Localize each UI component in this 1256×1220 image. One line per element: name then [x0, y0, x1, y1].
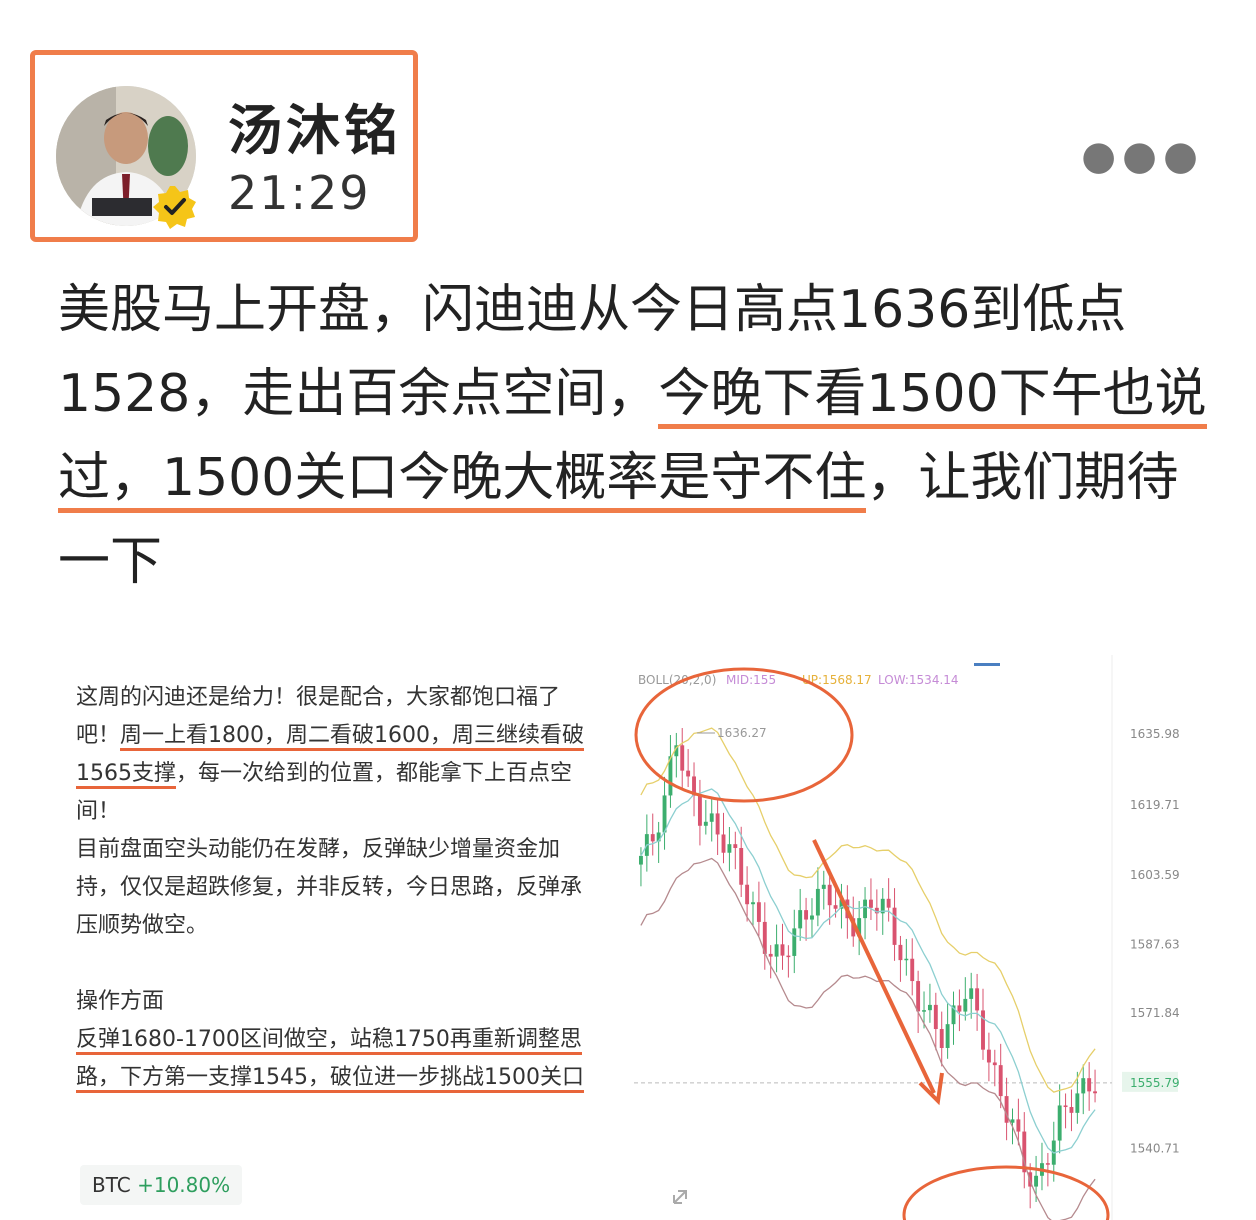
candle-body	[745, 884, 750, 905]
candle-body	[650, 834, 655, 842]
image-text: 这周的闪迪还是给力！很是配合，大家都饱口福了吧！周一上看1800，周二看破160…	[76, 679, 596, 1097]
btc-change: +10.80%	[137, 1173, 231, 1197]
candle-body	[827, 884, 832, 906]
candle-body	[969, 988, 974, 999]
more-dots-icon[interactable]: ●●●	[1081, 136, 1204, 176]
candle-body	[933, 1004, 938, 1030]
candle-body	[869, 899, 873, 908]
y-tick-label: 1619.71	[1130, 798, 1180, 812]
analysis-text: 目前盘面空头动能仍在发酵，反弹缺少增量资金加持，仅仅是超跌修复，并非反转，今日思…	[76, 837, 583, 938]
candle-body	[721, 834, 726, 853]
post-text: 美股马上开盘，闪迪迪从今日高点1636到低点1528，走出百余点空间，今晚下看1…	[58, 268, 1218, 604]
candle-body	[981, 1010, 985, 1050]
candle-body	[774, 944, 779, 957]
candle-body	[739, 848, 744, 885]
verified-check-icon	[152, 184, 198, 230]
boll-mid-label: MID:155	[726, 673, 776, 687]
candle-body	[756, 902, 761, 922]
candle-body	[727, 844, 732, 853]
post-image[interactable]: 这周的闪迪还是给力！很是配合，大家都饱口福了吧！周一上看1800，周二看破160…	[58, 655, 1198, 1220]
candle-body	[957, 1005, 962, 1012]
candle-body	[1087, 1078, 1092, 1092]
candle-body	[975, 988, 980, 1011]
candle-body	[733, 844, 738, 849]
candle-body	[768, 953, 773, 957]
ops-text: 反弹1680-1700区间做空，站稳1750再重新调整思路，下方第一支撑1545…	[76, 1027, 584, 1093]
candle-body	[898, 944, 903, 961]
candle-body	[886, 898, 891, 908]
y-tick-label: 1603.59	[1130, 868, 1180, 882]
candle-body	[863, 899, 867, 919]
candle-body	[804, 910, 809, 920]
candle-body	[715, 813, 720, 835]
candle-body	[922, 1010, 926, 1012]
candle-body	[780, 944, 785, 956]
candle-body	[927, 1004, 932, 1011]
candle-body	[786, 955, 791, 958]
btc-ticker[interactable]: BTC +10.80%	[80, 1165, 243, 1205]
candle-body	[910, 958, 915, 982]
candle-body	[992, 1062, 997, 1066]
y-tick-label: 1587.63	[1130, 937, 1180, 951]
candle-body	[751, 902, 755, 905]
y-tick-label: 1540.71	[1130, 1141, 1180, 1155]
btc-label: BTC	[92, 1173, 131, 1197]
candle-body	[1081, 1078, 1086, 1094]
candle-body	[939, 1029, 944, 1048]
candle-body	[998, 1065, 1003, 1097]
candle-body	[792, 928, 797, 956]
y-tick-label: 1555.79	[1130, 1076, 1180, 1090]
candle-body	[1016, 1119, 1021, 1132]
candle-body	[833, 905, 838, 909]
y-tick-label: 1635.98	[1130, 727, 1180, 741]
boll-indicator-label: BOLL(20,2,0)	[638, 673, 716, 687]
candle-body	[709, 813, 714, 822]
candle-body	[916, 981, 921, 1012]
candle-body	[821, 884, 826, 889]
candle-body	[1075, 1093, 1080, 1113]
candle-body	[703, 821, 708, 826]
author-name[interactable]: 汤沐铭	[228, 86, 402, 165]
post-time: 21:29	[228, 166, 371, 220]
candle-body	[892, 907, 897, 945]
candle-body	[1063, 1105, 1068, 1108]
candle-body	[904, 958, 909, 961]
candle-body	[639, 855, 643, 865]
y-tick-label: 1571.84	[1130, 1006, 1180, 1020]
candle-body	[1069, 1107, 1074, 1113]
candle-body	[963, 998, 968, 1012]
ops-title: 操作方面	[76, 989, 165, 1014]
boll-low-label: LOW:1534.14	[878, 673, 959, 687]
candle-body	[810, 915, 814, 920]
candle-body	[798, 910, 803, 929]
candle-body	[945, 1024, 950, 1048]
candle-body	[1034, 1175, 1039, 1187]
high-marker-label: 1636.27	[717, 726, 767, 740]
candlestick-chart: BOLL(20,2,0) MID:155 UP:1568.17 LOW:1534…	[634, 655, 1194, 1220]
candle-body	[1045, 1163, 1050, 1165]
candle-body	[662, 795, 667, 833]
candle-body	[697, 795, 702, 826]
candle-body	[815, 888, 820, 916]
candle-body	[986, 1049, 991, 1063]
candle-body	[1057, 1105, 1062, 1141]
candle-body	[1010, 1119, 1015, 1123]
candle-body	[1093, 1091, 1097, 1094]
candle-body	[686, 770, 691, 777]
candle-body	[680, 745, 685, 771]
